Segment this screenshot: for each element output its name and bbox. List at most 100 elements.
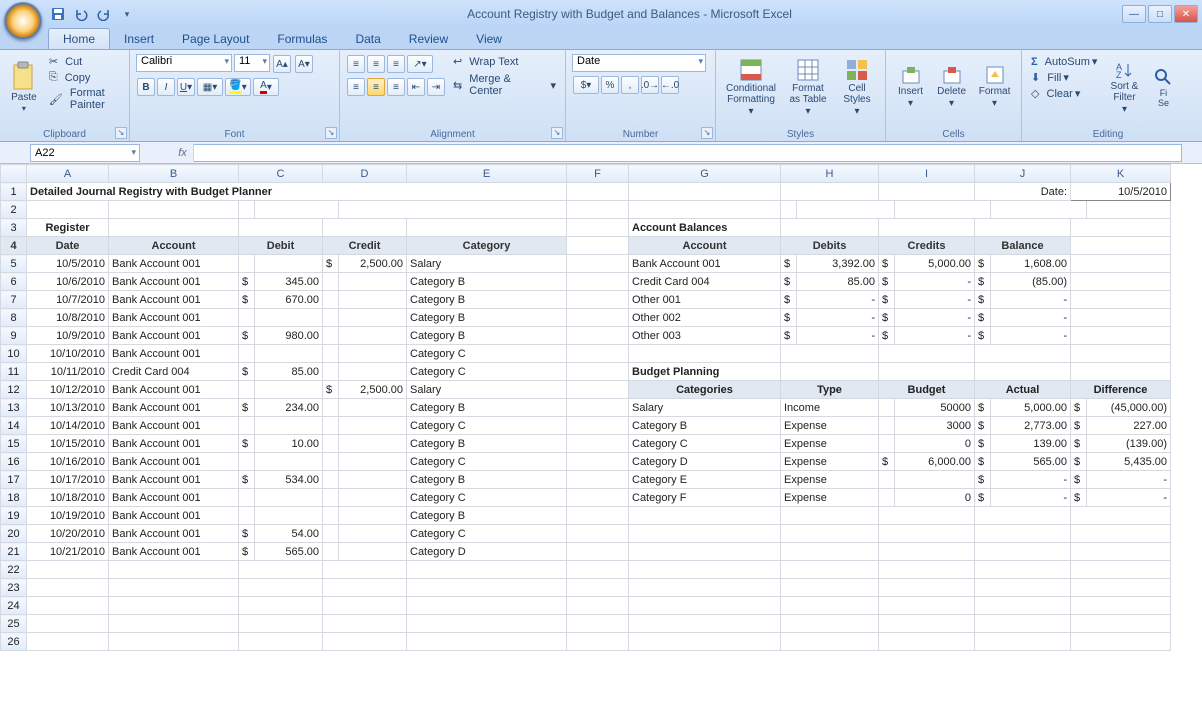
cell[interactable] [879,471,895,489]
cell[interactable]: $ [879,309,895,327]
cell[interactable]: - [991,327,1071,345]
cell[interactable]: 565.00 [991,453,1071,471]
format-as-table-button[interactable]: Format as Table▾ [784,54,832,120]
cell[interactable]: $ [239,363,255,381]
date-value[interactable]: 10/5/2010 [1071,183,1171,201]
cell[interactable]: $ [879,453,895,471]
cell[interactable]: $ [1071,399,1087,417]
cell[interactable]: - [1087,489,1171,507]
row-header[interactable]: 9 [1,327,27,345]
cell[interactable] [879,435,895,453]
cut-button[interactable]: ✂ Cut [46,54,123,69]
cell[interactable]: - [991,309,1071,327]
qat-dropdown-icon[interactable]: ▾ [117,4,137,24]
cell[interactable]: Bank Account 001 [109,381,239,399]
cell[interactable]: 2,500.00 [339,255,407,273]
cell[interactable]: - [797,291,879,309]
cell[interactable] [629,507,781,525]
cell[interactable]: 3000 [895,417,975,435]
cell[interactable] [339,489,407,507]
delete-cells-button[interactable]: Delete▾ [933,54,970,120]
cell[interactable] [239,255,255,273]
paste-button[interactable]: Paste▾ [6,54,42,120]
cell[interactable]: Category [407,237,567,255]
cell[interactable] [323,435,339,453]
col-header[interactable]: E [407,165,567,183]
row-header[interactable]: 16 [1,453,27,471]
cell[interactable]: - [895,309,975,327]
cell[interactable] [781,507,879,525]
cell[interactable] [781,345,879,363]
cell[interactable]: Other 001 [629,291,781,309]
cell[interactable]: Category C [407,453,567,471]
cell[interactable]: Bank Account 001 [109,309,239,327]
align-middle-button[interactable]: ≡ [367,55,385,73]
decrease-decimal-button[interactable]: ←.0 [661,76,679,94]
number-format-select[interactable]: Date [572,54,706,72]
cell[interactable] [323,525,339,543]
cell[interactable]: $ [879,255,895,273]
cell[interactable]: $ [975,435,991,453]
col-header[interactable]: K [1071,165,1171,183]
row-header[interactable]: 23 [1,579,27,597]
cell[interactable]: $ [323,255,339,273]
row-header[interactable]: 26 [1,633,27,651]
row-header[interactable]: 12 [1,381,27,399]
select-all-corner[interactable] [1,165,27,183]
cell[interactable] [339,507,407,525]
cell[interactable] [239,417,255,435]
cell[interactable]: $ [239,273,255,291]
cell[interactable]: 10/14/2010 [27,417,109,435]
cell[interactable]: $ [975,255,991,273]
cell[interactable] [255,345,323,363]
cell[interactable]: 980.00 [255,327,323,345]
cell[interactable]: 670.00 [255,291,323,309]
cell[interactable]: 10/17/2010 [27,471,109,489]
cell[interactable]: Bank Account 001 [629,255,781,273]
cell[interactable] [239,345,255,363]
cell[interactable]: 10/16/2010 [27,453,109,471]
format-cells-button[interactable]: Format▾ [974,54,1015,120]
col-header[interactable]: A [27,165,109,183]
cell[interactable]: $ [975,417,991,435]
cell[interactable]: Category F [629,489,781,507]
cell[interactable]: Bank Account 001 [109,543,239,561]
row-header[interactable]: 3 [1,219,27,237]
increase-decimal-button[interactable]: .0→ [641,76,659,94]
row-header[interactable]: 2 [1,201,27,219]
cell[interactable] [879,399,895,417]
cell[interactable] [339,417,407,435]
cell[interactable]: Category B [407,507,567,525]
row-header[interactable]: 10 [1,345,27,363]
cell[interactable] [255,417,323,435]
cell[interactable]: $ [975,273,991,291]
cell[interactable] [239,309,255,327]
cell[interactable] [629,345,781,363]
cell[interactable] [879,363,975,381]
cell[interactable] [879,417,895,435]
cell[interactable] [629,525,781,543]
cell[interactable] [879,525,975,543]
cell[interactable]: 10/8/2010 [27,309,109,327]
cell[interactable]: - [895,291,975,309]
cell[interactable] [879,489,895,507]
cell[interactable]: 10.00 [255,435,323,453]
cell[interactable]: $ [975,309,991,327]
cell[interactable]: 0 [895,489,975,507]
find-select-button[interactable]: FiSe [1148,54,1178,120]
minimize-button[interactable]: — [1122,5,1146,23]
cell[interactable]: Salary [407,381,567,399]
cell[interactable]: $ [879,327,895,345]
font-dialog-launcher[interactable]: ↘ [325,127,337,139]
clipboard-dialog-launcher[interactable]: ↘ [115,127,127,139]
cell[interactable] [339,435,407,453]
tab-view[interactable]: View [462,29,516,49]
cell[interactable]: Bank Account 001 [109,471,239,489]
cell[interactable]: 10/11/2010 [27,363,109,381]
cell[interactable] [629,543,781,561]
cell[interactable]: 10/13/2010 [27,399,109,417]
cell[interactable]: 345.00 [255,273,323,291]
cell[interactable] [255,381,323,399]
cell[interactable]: 5,435.00 [1087,453,1171,471]
cell[interactable]: Category D [629,453,781,471]
